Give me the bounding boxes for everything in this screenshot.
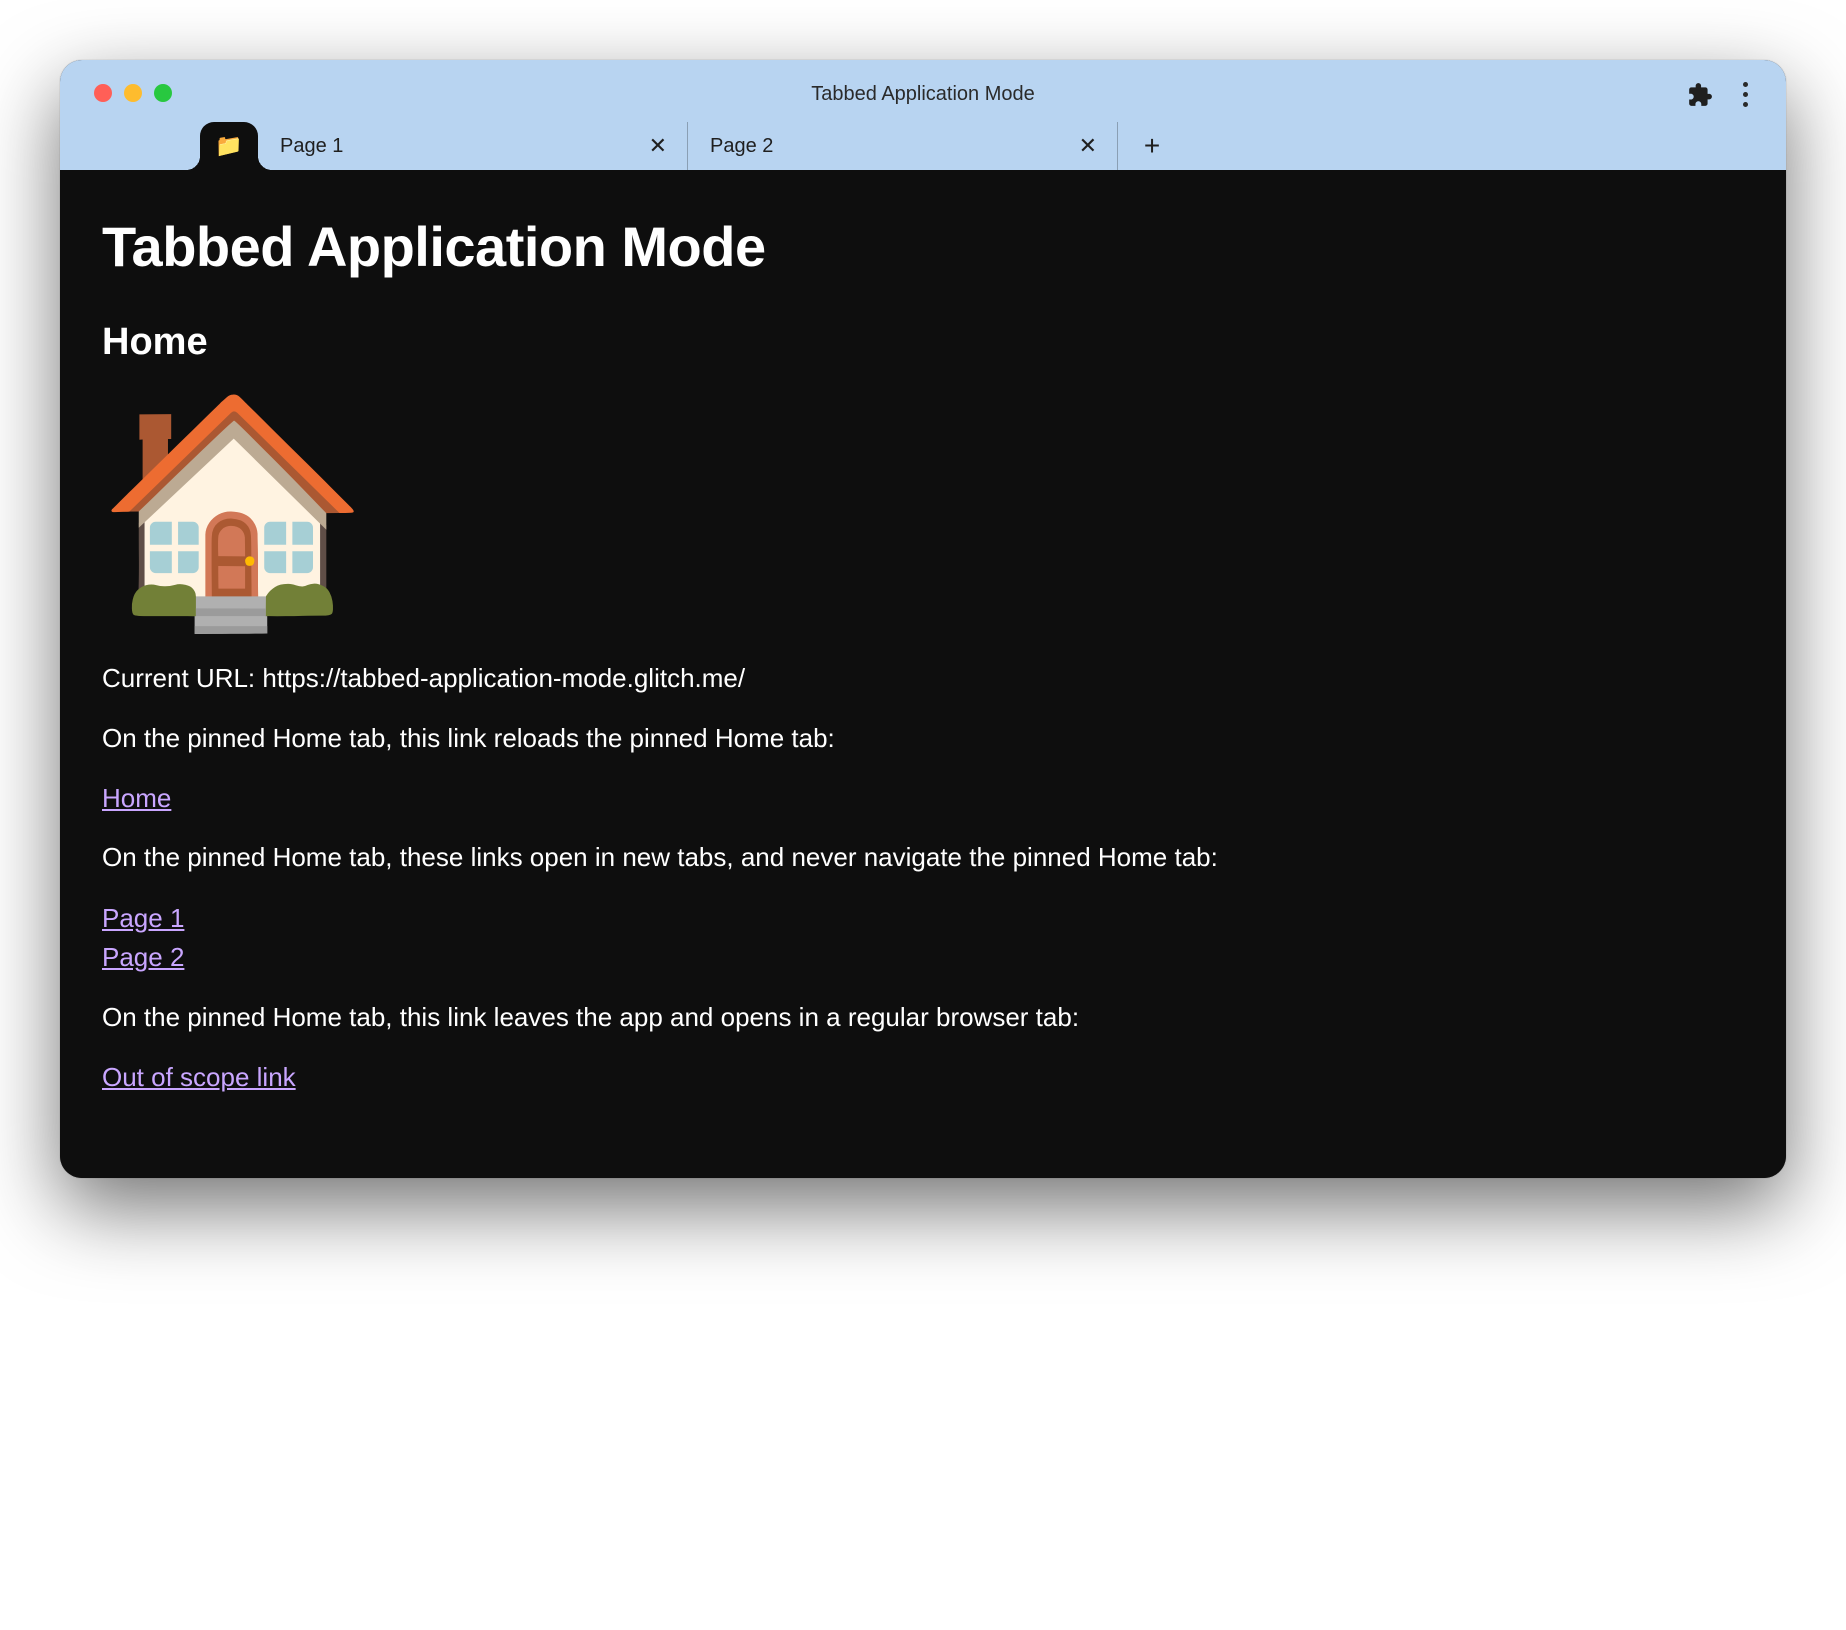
tab-page-1[interactable]: Page 1 ✕ (258, 122, 688, 170)
page-content: Tabbed Application Mode Home 🏠 Current U… (60, 170, 1786, 1178)
menu-icon[interactable] (1735, 78, 1756, 111)
para-reload: On the pinned Home tab, this link reload… (102, 720, 1744, 758)
pinned-home-tab[interactable]: 📁 (200, 122, 258, 170)
link-home[interactable]: Home (102, 783, 171, 813)
link-page-1[interactable]: Page 1 (102, 899, 1744, 938)
extensions-icon[interactable] (1687, 82, 1713, 108)
window-title: Tabbed Application Mode (80, 83, 1766, 106)
link-out-of-scope[interactable]: Out of scope link (102, 1062, 296, 1092)
current-url-line: Current URL: https://tabbed-application-… (102, 660, 1744, 698)
window-maximize-button[interactable] (154, 84, 172, 102)
folder-icon: 📁 (215, 135, 242, 157)
tab-label: Page 2 (710, 135, 1061, 158)
app-window: Tabbed Application Mode 📁 Page 1 ✕ (60, 60, 1786, 1178)
titlebar: Tabbed Application Mode 📁 Page 1 ✕ (60, 60, 1786, 170)
close-icon[interactable]: ✕ (643, 133, 673, 159)
para-newtabs: On the pinned Home tab, these links open… (102, 839, 1744, 877)
window-minimize-button[interactable] (124, 84, 142, 102)
page-title: Tabbed Application Mode (102, 206, 1744, 287)
tab-page-2[interactable]: Page 2 ✕ (688, 122, 1118, 170)
page-subtitle: Home (102, 315, 1744, 370)
link-page-2[interactable]: Page 2 (102, 938, 1744, 977)
window-close-button[interactable] (94, 84, 112, 102)
new-tab-button[interactable]: + (1128, 122, 1176, 170)
close-icon[interactable]: ✕ (1073, 133, 1103, 159)
tab-strip: 📁 Page 1 ✕ Page 2 ✕ + (80, 114, 1766, 170)
current-url-value: https://tabbed-application-mode.glitch.m… (262, 663, 745, 693)
tab-label: Page 1 (280, 135, 631, 158)
current-url-label: Current URL: (102, 663, 262, 693)
house-icon: 🏠 (96, 400, 1744, 620)
para-leave: On the pinned Home tab, this link leaves… (102, 999, 1744, 1037)
window-controls (94, 84, 172, 102)
